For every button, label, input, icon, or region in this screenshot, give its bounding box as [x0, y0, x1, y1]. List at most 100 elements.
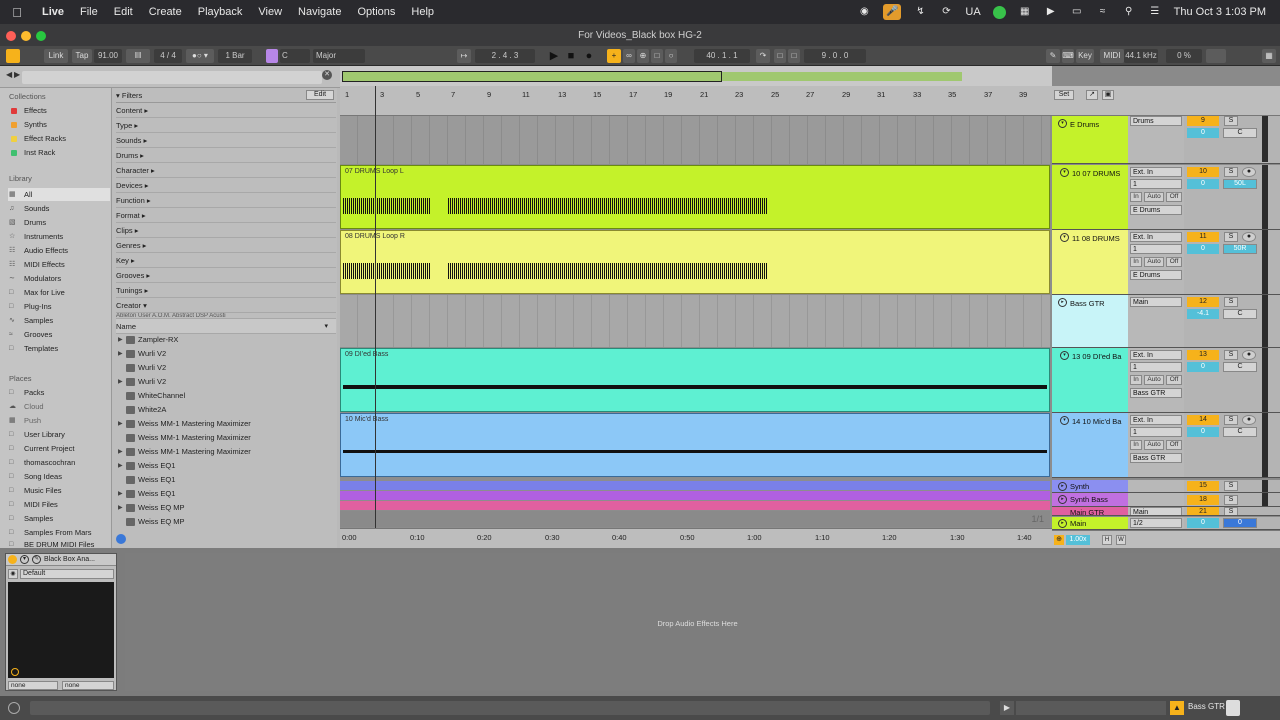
zoom-field[interactable]: 1.00x: [1066, 535, 1090, 545]
plugin-editor-area[interactable]: [8, 582, 114, 678]
menu-app-live[interactable]: Live: [34, 6, 72, 18]
monitor-off-button[interactable]: Off: [1166, 192, 1182, 202]
track-header-synth[interactable]: ▸ Synth 15 S: [1052, 480, 1280, 493]
solo-button[interactable]: S: [1224, 116, 1238, 126]
menu-help[interactable]: Help: [403, 6, 442, 18]
apple-icon[interactable]: : [0, 5, 34, 20]
track-header-14-10-micd-bass[interactable]: ▾ 14 10 Mic'd Ba Ext. In 1 In Auto Off Ba…: [1052, 413, 1280, 478]
fold-icon[interactable]: ▾: [1060, 416, 1069, 425]
list-item[interactable]: ▶ Weiss EQ1: [116, 487, 336, 501]
arm-record-button[interactable]: ●: [1242, 232, 1256, 242]
track-activator-button[interactable]: 14: [1187, 415, 1219, 425]
key-root-dropdown[interactable]: C: [280, 49, 310, 63]
clip-09-died-bass[interactable]: 09 DI'ed Bass: [340, 348, 1050, 412]
library-item-plug-ins[interactable]: □ Plug-Ins: [8, 300, 110, 313]
link-button[interactable]: Link: [44, 49, 68, 63]
main-play-icon[interactable]: ▸: [1058, 519, 1067, 528]
status-dot-icon[interactable]: [992, 5, 1006, 19]
track-activator-button[interactable]: 11: [1187, 232, 1219, 242]
pan-field[interactable]: 50L: [1223, 179, 1257, 189]
song-position-field[interactable]: 2 . 4 . 3: [475, 49, 535, 63]
library-item-instruments[interactable]: ☆ Instruments: [8, 230, 110, 243]
track-header-synth-bass[interactable]: ▸ Synth Bass 18 S: [1052, 493, 1280, 507]
device-fold-icon[interactable]: ▾: [20, 555, 29, 564]
input-channel-dropdown[interactable]: 1: [1130, 244, 1182, 254]
key-map-button[interactable]: Key: [1076, 49, 1094, 63]
menu-view[interactable]: View: [250, 6, 290, 18]
output-routing-dropdown[interactable]: Drums: [1130, 116, 1182, 126]
monitor-off-button[interactable]: Off: [1166, 257, 1182, 267]
main-volume-field[interactable]: 0: [1187, 518, 1219, 528]
group-fold-icon[interactable]: ▾: [1058, 119, 1067, 128]
tempo-field[interactable]: 91.00: [94, 49, 122, 63]
filter-tunings[interactable]: Tunings ▸: [116, 283, 336, 298]
collection-inst-rack[interactable]: Inst Rack: [8, 146, 110, 159]
track-activator-button[interactable]: 10: [1187, 167, 1219, 177]
track-name[interactable]: 10 07 DRUMS: [1072, 169, 1120, 178]
monitor-in-button[interactable]: In: [1130, 257, 1142, 267]
track-header-e-drums[interactable]: ▾ E Drums Drums 9 0 S C: [1052, 116, 1280, 164]
quantize-dropdown[interactable]: 1 Bar: [218, 49, 252, 63]
input-channel-dropdown[interactable]: 1: [1130, 362, 1182, 372]
output-routing-dropdown[interactable]: Bass GTR: [1130, 453, 1182, 463]
list-item[interactable]: Weiss MM-1 Mastering Maximizer: [116, 431, 336, 445]
input-channel-dropdown[interactable]: 1: [1130, 427, 1182, 437]
place-cloud[interactable]: ☁ Cloud: [8, 400, 110, 413]
place-samples[interactable]: □ Samples: [8, 512, 110, 525]
track-lane-e-drums[interactable]: [340, 116, 1050, 164]
place-current-project[interactable]: □ Current Project: [8, 442, 110, 455]
input-type-dropdown[interactable]: Ext. In: [1130, 350, 1182, 360]
menu-edit[interactable]: Edit: [106, 6, 141, 18]
list-item[interactable]: ▶ Zampler-RX: [116, 333, 336, 347]
time-ruler[interactable]: 0:00 0:10 0:20 0:30 0:40 0:50 1:00 1:10 …: [340, 528, 1052, 548]
grid-icon[interactable]: ▦: [1018, 6, 1032, 18]
track-lane-main-gtr[interactable]: [340, 501, 1050, 510]
pan-field[interactable]: C: [1223, 128, 1257, 138]
track-name[interactable]: Synth Bass: [1070, 495, 1108, 504]
track-name[interactable]: 13 09 DI'ed Ba: [1072, 352, 1121, 361]
volume-field[interactable]: 0: [1187, 128, 1219, 138]
library-item-sounds[interactable]: ♫ Sounds: [8, 202, 110, 215]
scale-dropdown[interactable]: Major: [313, 49, 365, 63]
computer-keyboard-button[interactable]: ⌨: [1062, 49, 1074, 63]
output-routing-dropdown[interactable]: Main: [1130, 297, 1182, 307]
punch-out-button[interactable]: □: [788, 49, 800, 63]
device-save-icon[interactable]: ◉: [8, 569, 18, 579]
metronome-button[interactable]: ●○ ▾: [186, 49, 214, 63]
track-header-10-07-drums[interactable]: ▾ 10 07 DRUMS Ext. In 1 In Auto Off E Dru…: [1052, 165, 1280, 230]
library-item-modulators[interactable]: ∼ Modulators: [8, 272, 110, 285]
track-name[interactable]: 11 08 DRUMS: [1072, 234, 1120, 243]
list-item[interactable]: ▶ Wurli V2: [116, 375, 336, 389]
output-routing-dropdown[interactable]: Main: [1130, 507, 1182, 515]
track-warning-icon[interactable]: ▲: [1170, 701, 1184, 715]
filter-devices[interactable]: Devices ▸: [116, 178, 336, 193]
loop-start-field[interactable]: 40 . 1 . 1: [694, 49, 750, 63]
tap-tempo-button[interactable]: Tap: [72, 49, 92, 63]
main-cue-volume-field[interactable]: 0: [1223, 518, 1257, 528]
track-name[interactable]: Bass GTR: [1070, 299, 1105, 308]
clip-08-drums-loop-r[interactable]: 08 DRUMS Loop R: [340, 230, 1050, 294]
control-center-icon[interactable]: ☰: [1148, 6, 1162, 18]
record-button[interactable]: ●: [582, 49, 596, 63]
capture-midi-button[interactable]: □: [651, 49, 663, 63]
volume-field[interactable]: -4.1: [1187, 309, 1219, 319]
track-name[interactable]: 14 10 Mic'd Ba: [1072, 417, 1121, 426]
browser-search-input[interactable]: [22, 71, 322, 84]
group-fold-icon[interactable]: ▸: [1058, 482, 1067, 491]
loop-switch-button[interactable]: ↷: [756, 49, 770, 63]
input-type-dropdown[interactable]: Ext. In: [1130, 415, 1182, 425]
audio-effects-drop-zone[interactable]: Drop Audio Effects Here: [125, 553, 1270, 691]
output-routing-dropdown[interactable]: E Drums: [1130, 270, 1182, 280]
play-button[interactable]: ▶: [546, 49, 562, 63]
filter-drums[interactable]: Drums ▸: [116, 148, 336, 163]
main-output-dropdown[interactable]: 1/2: [1130, 518, 1182, 528]
battery-icon[interactable]: ▭: [1070, 6, 1084, 18]
arm-record-button[interactable]: ●: [1242, 350, 1256, 360]
output-routing-dropdown[interactable]: Bass GTR: [1130, 388, 1182, 398]
solo-button[interactable]: S: [1224, 167, 1238, 177]
list-item[interactable]: WhiteChannel: [116, 389, 336, 403]
track-lane-synth-bass[interactable]: [340, 491, 1050, 500]
wifi-icon[interactable]: ≈: [1096, 6, 1110, 18]
clip-10-micd-bass[interactable]: 10 Mic'd Bass: [340, 413, 1050, 477]
time-signature-field[interactable]: 4 / 4: [154, 49, 182, 63]
